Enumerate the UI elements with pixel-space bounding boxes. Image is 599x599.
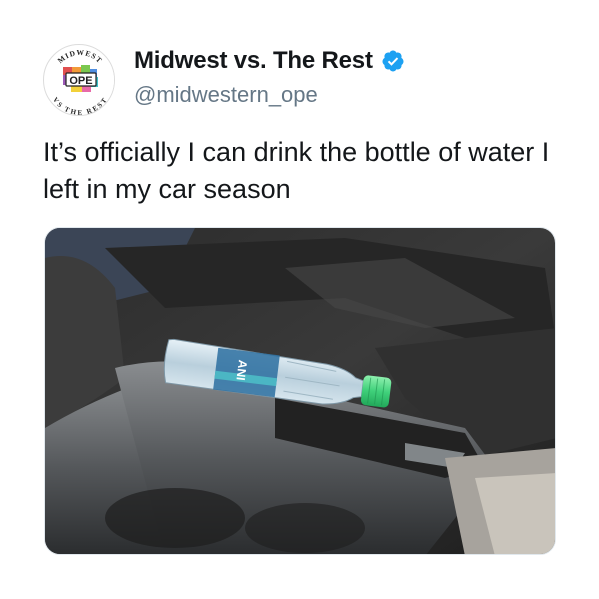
display-name[interactable]: Midwest vs. The Rest	[134, 47, 373, 75]
avatar-center-text: OPE	[69, 75, 92, 87]
tweet-text: It’s officially I can drink the bottle o…	[43, 137, 550, 204]
avatar-logo: OPE MIDWEST VS THE REST	[45, 46, 114, 115]
car-water-bottle-photo: ANI	[45, 228, 555, 554]
author-name-row[interactable]: Midwest vs. The Rest	[134, 46, 405, 76]
verified-badge-icon	[382, 50, 404, 72]
user-handle[interactable]: @midwestern_ope	[134, 82, 318, 108]
avatar[interactable]: OPE MIDWEST VS THE REST	[43, 44, 115, 116]
bottle-label-text: ANI	[233, 359, 249, 381]
tweet-card: OPE MIDWEST VS THE REST Midwest vs. The …	[0, 0, 599, 599]
tweet-media-photo[interactable]: ANI	[44, 227, 556, 555]
